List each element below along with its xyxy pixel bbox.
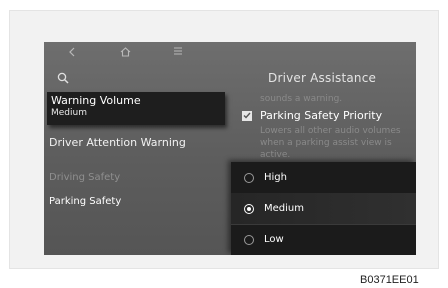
warning-volume-card[interactable]: Warning Volume Medium bbox=[47, 92, 225, 125]
menu-icon[interactable] bbox=[174, 47, 182, 55]
checkbox-label: Parking Safety Priority bbox=[260, 109, 383, 122]
description-line-3: active. bbox=[260, 150, 291, 160]
option-medium[interactable]: Medium bbox=[231, 193, 416, 224]
figure-code: B0371EE01 bbox=[360, 274, 419, 286]
menu-item-driving-safety[interactable]: Driving Safety bbox=[49, 172, 120, 183]
page-title: Driver Assistance bbox=[268, 71, 377, 85]
option-label: High bbox=[264, 172, 287, 183]
option-low[interactable]: Low bbox=[231, 224, 416, 255]
home-icon[interactable] bbox=[120, 47, 131, 57]
back-icon[interactable] bbox=[68, 47, 76, 57]
description-line-1: Lowers all other audio volumes bbox=[260, 126, 401, 136]
parking-safety-priority-toggle[interactable]: Parking Safety Priority bbox=[242, 109, 382, 122]
checkbox-checked-icon[interactable] bbox=[242, 110, 252, 121]
option-high[interactable]: High bbox=[231, 162, 416, 193]
radio-selected-icon bbox=[244, 203, 254, 214]
warning-volume-dropdown: High Medium Low bbox=[231, 162, 416, 255]
menu-item-driver-attention-warning[interactable]: Driver Attention Warning bbox=[49, 136, 186, 149]
infotainment-screen: Driver Assistance sounds a warning. Park… bbox=[44, 42, 416, 255]
menu-item-parking-safety[interactable]: Parking Safety bbox=[49, 196, 121, 207]
warning-volume-value: Medium bbox=[51, 108, 87, 118]
radio-unselected-icon bbox=[244, 172, 254, 183]
option-label: Low bbox=[264, 234, 284, 245]
search-icon[interactable] bbox=[57, 71, 69, 89]
description-line-2: when a parking assist view is bbox=[260, 138, 392, 148]
radio-unselected-icon bbox=[244, 234, 254, 245]
faint-description-top: sounds a warning. bbox=[260, 94, 343, 104]
warning-volume-label: Warning Volume bbox=[51, 94, 141, 107]
option-label: Medium bbox=[264, 203, 304, 214]
